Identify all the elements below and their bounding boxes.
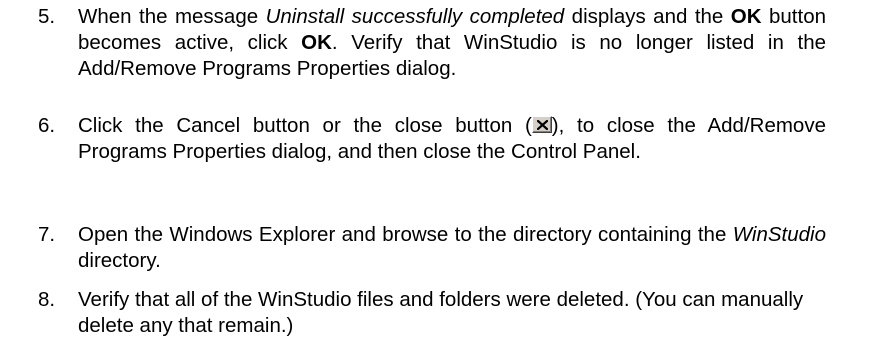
step-text: Verify that all of the WinStudio files a… — [78, 288, 804, 337]
close-x-icon — [531, 116, 552, 133]
step-number: 8. — [38, 288, 56, 311]
step-number: 6. — [38, 114, 56, 137]
directory-name: WinStudio — [732, 223, 826, 246]
ok-button-name: OK — [301, 31, 332, 54]
text-run: When the message — [78, 5, 266, 28]
message-name: Uninstall successfully completed — [265, 5, 565, 28]
text-run: Click the Cancel button or the close but… — [78, 114, 532, 137]
text-run: directory. — [78, 249, 161, 272]
step-number: 5. — [38, 5, 56, 28]
step-8: 8. Verify that all of the WinStudio file… — [0, 287, 896, 339]
step-6: 6. Click the Cancel button or the close … — [0, 113, 896, 165]
step-number: 7. — [38, 223, 56, 246]
step-text: Click the Cancel button or the close but… — [78, 113, 826, 165]
step-7: 7. Open the Windows Explorer and browse … — [0, 222, 896, 274]
text-run: Open the Windows Explorer and browse to … — [78, 223, 733, 246]
ok-button-name: OK — [730, 5, 762, 28]
text-run: displays and the — [564, 5, 731, 28]
step-5: 5. When the message Uninstall successful… — [0, 4, 896, 82]
step-text: When the message Uninstall successfully … — [78, 4, 826, 82]
step-text: Open the Windows Explorer and browse to … — [78, 222, 826, 274]
